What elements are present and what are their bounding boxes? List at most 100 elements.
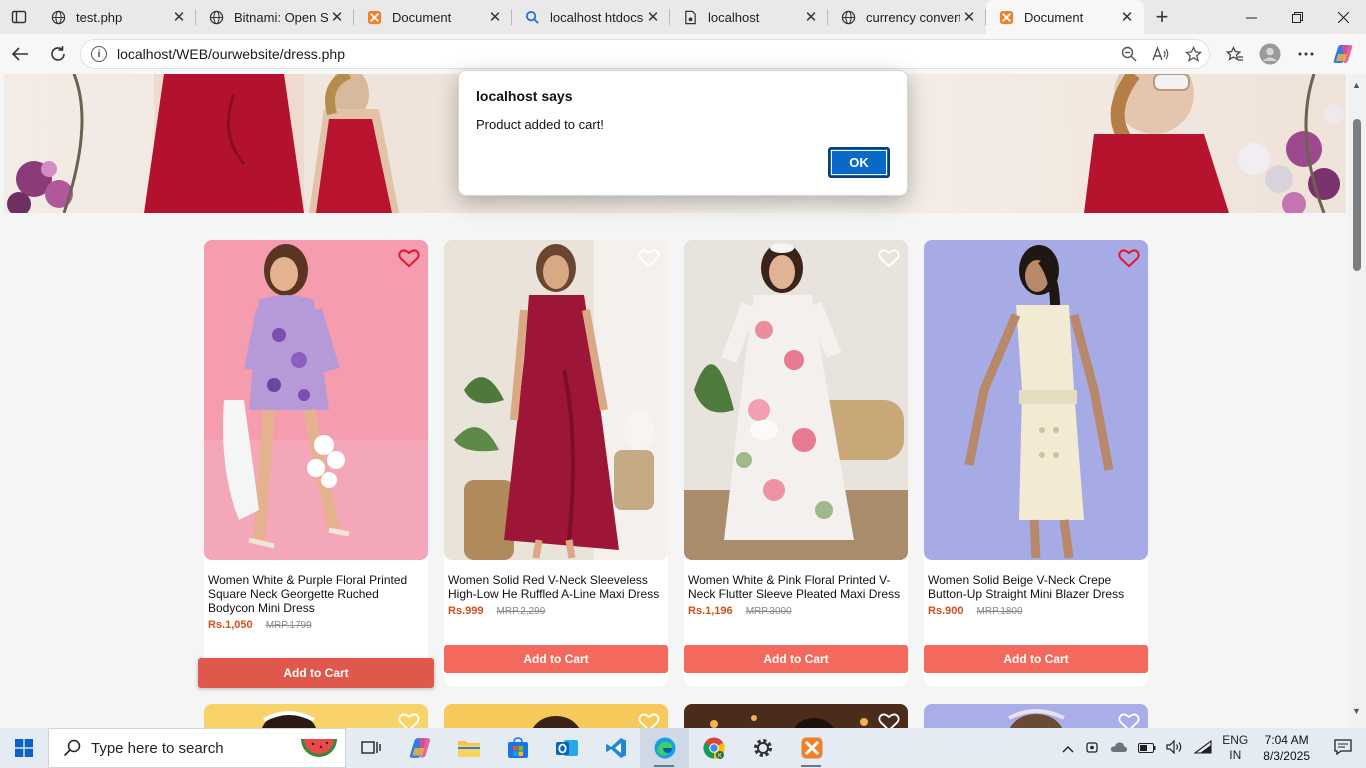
xampp-button[interactable] bbox=[787, 728, 836, 768]
product-image[interactable] bbox=[924, 240, 1148, 560]
close-icon[interactable]: ✕ bbox=[328, 8, 346, 26]
tab-bitnami[interactable]: Bitnami: Open Sou ✕ bbox=[196, 0, 354, 34]
wifi-icon[interactable] bbox=[1189, 739, 1217, 757]
new-tab-button[interactable]: + bbox=[1144, 0, 1180, 34]
tab-title: localhost htdocs in bbox=[550, 9, 644, 25]
tab-test-php[interactable]: test.php ✕ bbox=[38, 0, 196, 34]
xampp-icon bbox=[801, 737, 822, 759]
tab-currency-converter[interactable]: currency converte ✕ bbox=[828, 0, 986, 34]
close-icon[interactable]: ✕ bbox=[486, 8, 504, 26]
wishlist-heart-icon[interactable] bbox=[398, 712, 420, 728]
zoom-icon[interactable] bbox=[1113, 46, 1145, 62]
start-button[interactable] bbox=[0, 728, 48, 768]
scrollbar-thumb[interactable] bbox=[1353, 119, 1361, 271]
onedrive-cloud-icon[interactable] bbox=[1105, 741, 1133, 756]
close-window-button[interactable] bbox=[1320, 0, 1366, 34]
outlook-button[interactable] bbox=[542, 728, 591, 768]
minimize-button[interactable] bbox=[1228, 0, 1274, 34]
model-figure-left bbox=[144, 74, 304, 213]
battery-icon[interactable] bbox=[1133, 741, 1161, 756]
search-placeholder: Type here to search bbox=[91, 739, 224, 757]
scroll-up-arrow-icon[interactable]: ▲ bbox=[1352, 80, 1361, 90]
close-icon[interactable]: ✕ bbox=[644, 8, 662, 26]
taskbar-search-box[interactable]: Type here to search bbox=[48, 728, 346, 768]
page-scrollbar[interactable]: ▲ ▼ bbox=[1348, 74, 1366, 728]
product-image[interactable] bbox=[444, 240, 668, 560]
product-image[interactable] bbox=[204, 240, 428, 560]
edge-browser-button[interactable] bbox=[640, 728, 689, 768]
chevron-up-icon[interactable] bbox=[1057, 741, 1079, 756]
language-indicator[interactable]: ENG IN bbox=[1217, 733, 1253, 763]
copilot-taskbar-button[interactable] bbox=[395, 728, 444, 768]
add-to-cart-button[interactable]: Add to Cart bbox=[924, 645, 1148, 673]
restore-button[interactable] bbox=[1274, 0, 1320, 34]
wishlist-heart-icon[interactable] bbox=[1118, 712, 1140, 728]
notifications-icon[interactable] bbox=[1320, 738, 1366, 758]
favorite-star-icon[interactable] bbox=[1177, 45, 1209, 63]
product-card-partial[interactable] bbox=[444, 704, 668, 728]
wishlist-heart-icon[interactable] bbox=[398, 248, 420, 268]
scroll-down-arrow-icon[interactable]: ▼ bbox=[1352, 706, 1361, 716]
task-view-button[interactable] bbox=[346, 728, 395, 768]
read-aloud-icon[interactable] bbox=[1145, 46, 1177, 62]
product-card-partial[interactable] bbox=[204, 704, 428, 728]
tab-actions-icon bbox=[11, 10, 27, 24]
clock-date: 8/3/2025 bbox=[1263, 749, 1310, 763]
close-icon[interactable]: ✕ bbox=[960, 8, 978, 26]
product-mrp: MRP.1800 bbox=[976, 606, 1023, 617]
add-to-cart-button[interactable]: Add to Cart bbox=[444, 645, 668, 673]
file-explorer-button[interactable] bbox=[444, 728, 493, 768]
reload-button[interactable] bbox=[40, 38, 76, 70]
product-image[interactable] bbox=[684, 240, 908, 560]
copilot-icon bbox=[409, 738, 430, 758]
url-field[interactable]: i localhost/WEB/ourwebsite/dress.php bbox=[80, 39, 1210, 69]
profile-avatar[interactable] bbox=[1253, 34, 1287, 74]
microsoft-store-button[interactable] bbox=[493, 728, 542, 768]
volume-icon[interactable] bbox=[1161, 739, 1189, 757]
flowers-illustration-right bbox=[1238, 74, 1344, 213]
product-card-partial[interactable] bbox=[924, 704, 1148, 728]
wishlist-heart-icon[interactable] bbox=[638, 712, 660, 728]
settings-button[interactable] bbox=[738, 728, 787, 768]
wishlist-heart-icon[interactable] bbox=[1118, 248, 1140, 268]
more-options-icon[interactable] bbox=[1289, 34, 1323, 74]
wishlist-heart-icon[interactable] bbox=[878, 248, 900, 268]
tab-document[interactable]: Document ✕ bbox=[354, 0, 512, 34]
vscode-button[interactable] bbox=[591, 728, 640, 768]
product-price: Rs.1,196 bbox=[688, 605, 733, 617]
task-view-icon bbox=[360, 741, 381, 754]
gear-icon bbox=[753, 739, 772, 757]
tab-localhost-htdocs[interactable]: localhost htdocs in ✕ bbox=[512, 0, 670, 34]
taskbar-clock[interactable]: 7:04 AM 8/3/2025 bbox=[1253, 732, 1320, 764]
product-name[interactable]: Women Solid Beige V-Neck Crepe Button-Up… bbox=[928, 573, 1144, 601]
tab-document-active[interactable]: Document ✕ bbox=[986, 0, 1144, 34]
product-card: Women White & Pink Floral Printed V-Neck… bbox=[684, 240, 908, 686]
product-card-partial[interactable] bbox=[684, 704, 908, 728]
add-to-cart-button[interactable]: Add to Cart bbox=[198, 658, 434, 688]
search-icon bbox=[524, 9, 540, 25]
ok-button[interactable]: OK bbox=[828, 147, 890, 178]
add-to-cart-button[interactable]: Add to Cart bbox=[684, 645, 908, 673]
product-name[interactable]: Women White & Purple Floral Printed Squa… bbox=[208, 573, 424, 615]
close-icon[interactable]: ✕ bbox=[170, 8, 188, 26]
product-name[interactable]: Women Solid Red V-Neck Sleeveless High-L… bbox=[448, 573, 664, 601]
close-icon[interactable]: ✕ bbox=[1118, 8, 1136, 26]
window-controls bbox=[1228, 0, 1366, 34]
model-figure-right bbox=[1084, 74, 1229, 213]
back-button[interactable] bbox=[2, 38, 38, 70]
meet-icon[interactable] bbox=[1079, 739, 1105, 758]
wishlist-heart-icon[interactable] bbox=[638, 248, 660, 268]
close-icon[interactable]: ✕ bbox=[802, 8, 820, 26]
tab-actions-button[interactable] bbox=[0, 0, 38, 34]
wishlist-heart-icon[interactable] bbox=[878, 712, 900, 728]
product-price: Rs.900 bbox=[928, 605, 964, 617]
chrome-button[interactable]: K bbox=[689, 728, 738, 768]
copilot-icon[interactable] bbox=[1326, 34, 1360, 74]
tab-localhost[interactable]: localhost ✕ bbox=[670, 0, 828, 34]
product-price-row: Rs.999 MRP.2,299 bbox=[448, 605, 545, 617]
windows-logo-icon bbox=[15, 739, 33, 757]
product-name[interactable]: Women White & Pink Floral Printed V-Neck… bbox=[688, 573, 904, 601]
favorites-icon[interactable] bbox=[1218, 34, 1252, 74]
product-mrp: MRP.2,299 bbox=[496, 606, 546, 617]
site-info-icon[interactable]: i bbox=[91, 46, 107, 62]
